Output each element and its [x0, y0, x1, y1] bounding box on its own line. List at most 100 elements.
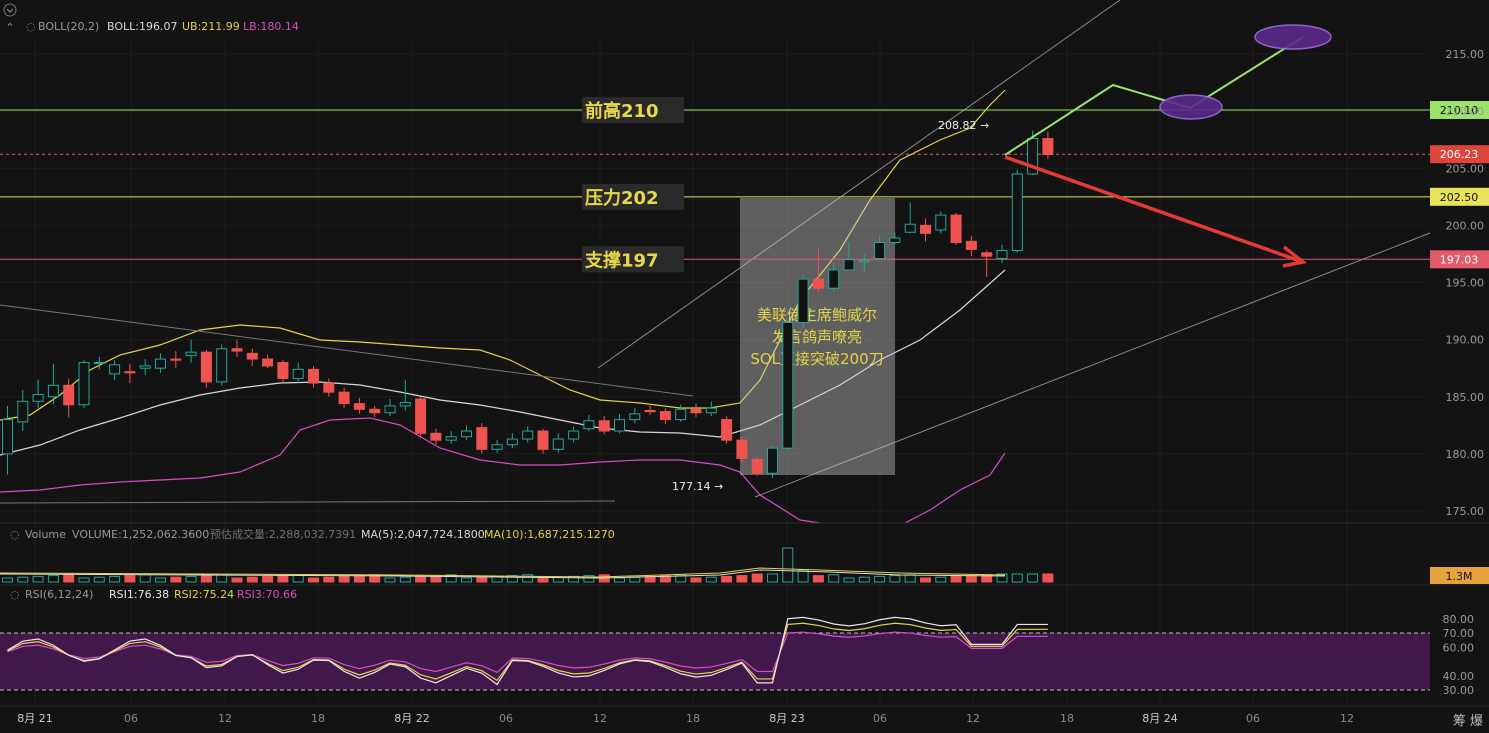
time-tick: 12 — [1340, 712, 1354, 725]
high-marker: 208.82 → — [938, 119, 989, 132]
candle-body — [216, 348, 228, 383]
time-tick: 12 — [218, 712, 232, 725]
volume-bar — [63, 574, 75, 583]
price-tick: 180.00 — [1446, 448, 1485, 461]
time-tick: 06 — [873, 712, 887, 725]
volume-bar — [109, 575, 121, 583]
volume-label: Volume — [25, 528, 66, 541]
volume-bar — [200, 575, 212, 583]
price-tick: 185.00 — [1446, 391, 1485, 404]
candle-body — [751, 459, 763, 474]
price-chart: ⌃ ◌ BOLL(20,2) BOLL:196.07 UB:211.99 LB:… — [0, 0, 1489, 733]
volume-bar — [246, 576, 258, 583]
boll-eye-icon[interactable]: ◌ — [26, 20, 36, 33]
volume-bar — [690, 577, 702, 583]
target-ellipse-top — [1254, 24, 1332, 50]
price-tick: 190.00 — [1446, 334, 1485, 347]
collapse-chevron-icon[interactable]: ⌃ — [5, 21, 14, 34]
candle-body — [644, 409, 656, 413]
volume-bar — [399, 576, 411, 583]
rsi3-value: RSI3:70.66 — [237, 588, 297, 601]
price-tick: 200.00 — [1446, 219, 1485, 232]
candle-body — [965, 240, 977, 250]
candle-body — [185, 351, 197, 357]
candle-body — [812, 278, 824, 289]
candle-body — [782, 321, 794, 449]
volume-ma10: MA(10):1,687,215.1270 — [484, 528, 615, 541]
volume-bar — [950, 575, 962, 583]
volume-bar — [965, 575, 977, 583]
candle-body — [170, 358, 182, 361]
candle-body — [828, 269, 840, 289]
rsi-header: ◌ RSI(6,12,24) RSI1:76.38 RSI2:75.24 RSI… — [10, 588, 297, 601]
volume-bar — [170, 576, 182, 583]
candle-body — [981, 252, 993, 257]
rsi-eye-icon[interactable]: ◌ — [10, 588, 20, 601]
time-tick: 18 — [311, 712, 325, 725]
time-tick: 8月 21 — [17, 712, 53, 725]
time-tick: 12 — [593, 712, 607, 725]
candle-body — [308, 368, 319, 384]
volume-bar — [384, 577, 396, 583]
candle-body — [690, 408, 702, 414]
annotation-line: SOL直接突破200刀 — [750, 350, 883, 368]
boll-ub-value: UB:211.99 — [182, 20, 240, 33]
rsi1-value: RSI1:76.38 — [109, 588, 169, 601]
candle-body — [2, 419, 13, 455]
volume-bar — [155, 577, 166, 583]
volume-bar — [17, 576, 29, 583]
volume-bar — [1027, 573, 1039, 583]
candle-body — [47, 384, 59, 398]
candle-body — [858, 260, 870, 263]
volume-bar — [843, 577, 855, 583]
candle-body — [200, 351, 212, 383]
price-tick: 195.00 — [1446, 277, 1485, 290]
time-tick: 8月 23 — [769, 712, 805, 725]
candle-body — [338, 391, 350, 405]
candle-body — [1011, 173, 1023, 252]
volume-bar — [476, 576, 488, 583]
candle-body — [430, 432, 442, 441]
candle-body — [155, 358, 166, 369]
candle-body — [675, 408, 687, 421]
candle-body — [353, 403, 365, 410]
target-ellipse-mid — [1159, 94, 1223, 120]
candle-body — [124, 371, 136, 374]
boll-lb-value: LB:180.14 — [243, 20, 299, 33]
candle-body — [889, 237, 901, 244]
candle-body — [797, 278, 809, 323]
candle-body — [491, 444, 503, 450]
price-tick: 210.00 — [1446, 105, 1485, 118]
level-label: 支撑197 — [584, 249, 659, 271]
candle-body — [935, 214, 947, 231]
volume-bar — [614, 577, 625, 583]
rsi-tick: 80.00 — [1443, 613, 1475, 626]
candle-body — [874, 242, 886, 260]
volume-bar — [415, 575, 427, 583]
candle-body — [736, 439, 748, 459]
candle-body — [767, 447, 778, 474]
volume-bar — [1011, 573, 1023, 583]
rsi-tick: 40.00 — [1443, 670, 1475, 683]
level-label: 前高210 — [585, 100, 659, 122]
volume-bar — [231, 577, 243, 583]
candle-body — [506, 438, 518, 446]
volume-bar — [537, 577, 549, 583]
candle-body — [231, 348, 243, 352]
candle-body — [568, 430, 580, 440]
candle-body — [292, 368, 304, 379]
level-label: 压力202 — [585, 188, 659, 209]
volume-bar — [858, 576, 870, 583]
candle-body — [384, 405, 396, 414]
candle-body — [63, 384, 75, 406]
volume-bar — [47, 575, 59, 583]
branding: 筹 爆 — [1453, 713, 1483, 729]
volume-bar — [1042, 573, 1054, 583]
candle-body — [277, 361, 289, 379]
volume-eye-icon[interactable]: ◌ — [10, 528, 20, 541]
candle-body — [415, 398, 427, 434]
volume-bar — [751, 573, 763, 583]
boll-label: BOLL(20,2) — [38, 20, 99, 33]
volume-bar — [767, 573, 778, 583]
volume-bar — [2, 577, 13, 583]
